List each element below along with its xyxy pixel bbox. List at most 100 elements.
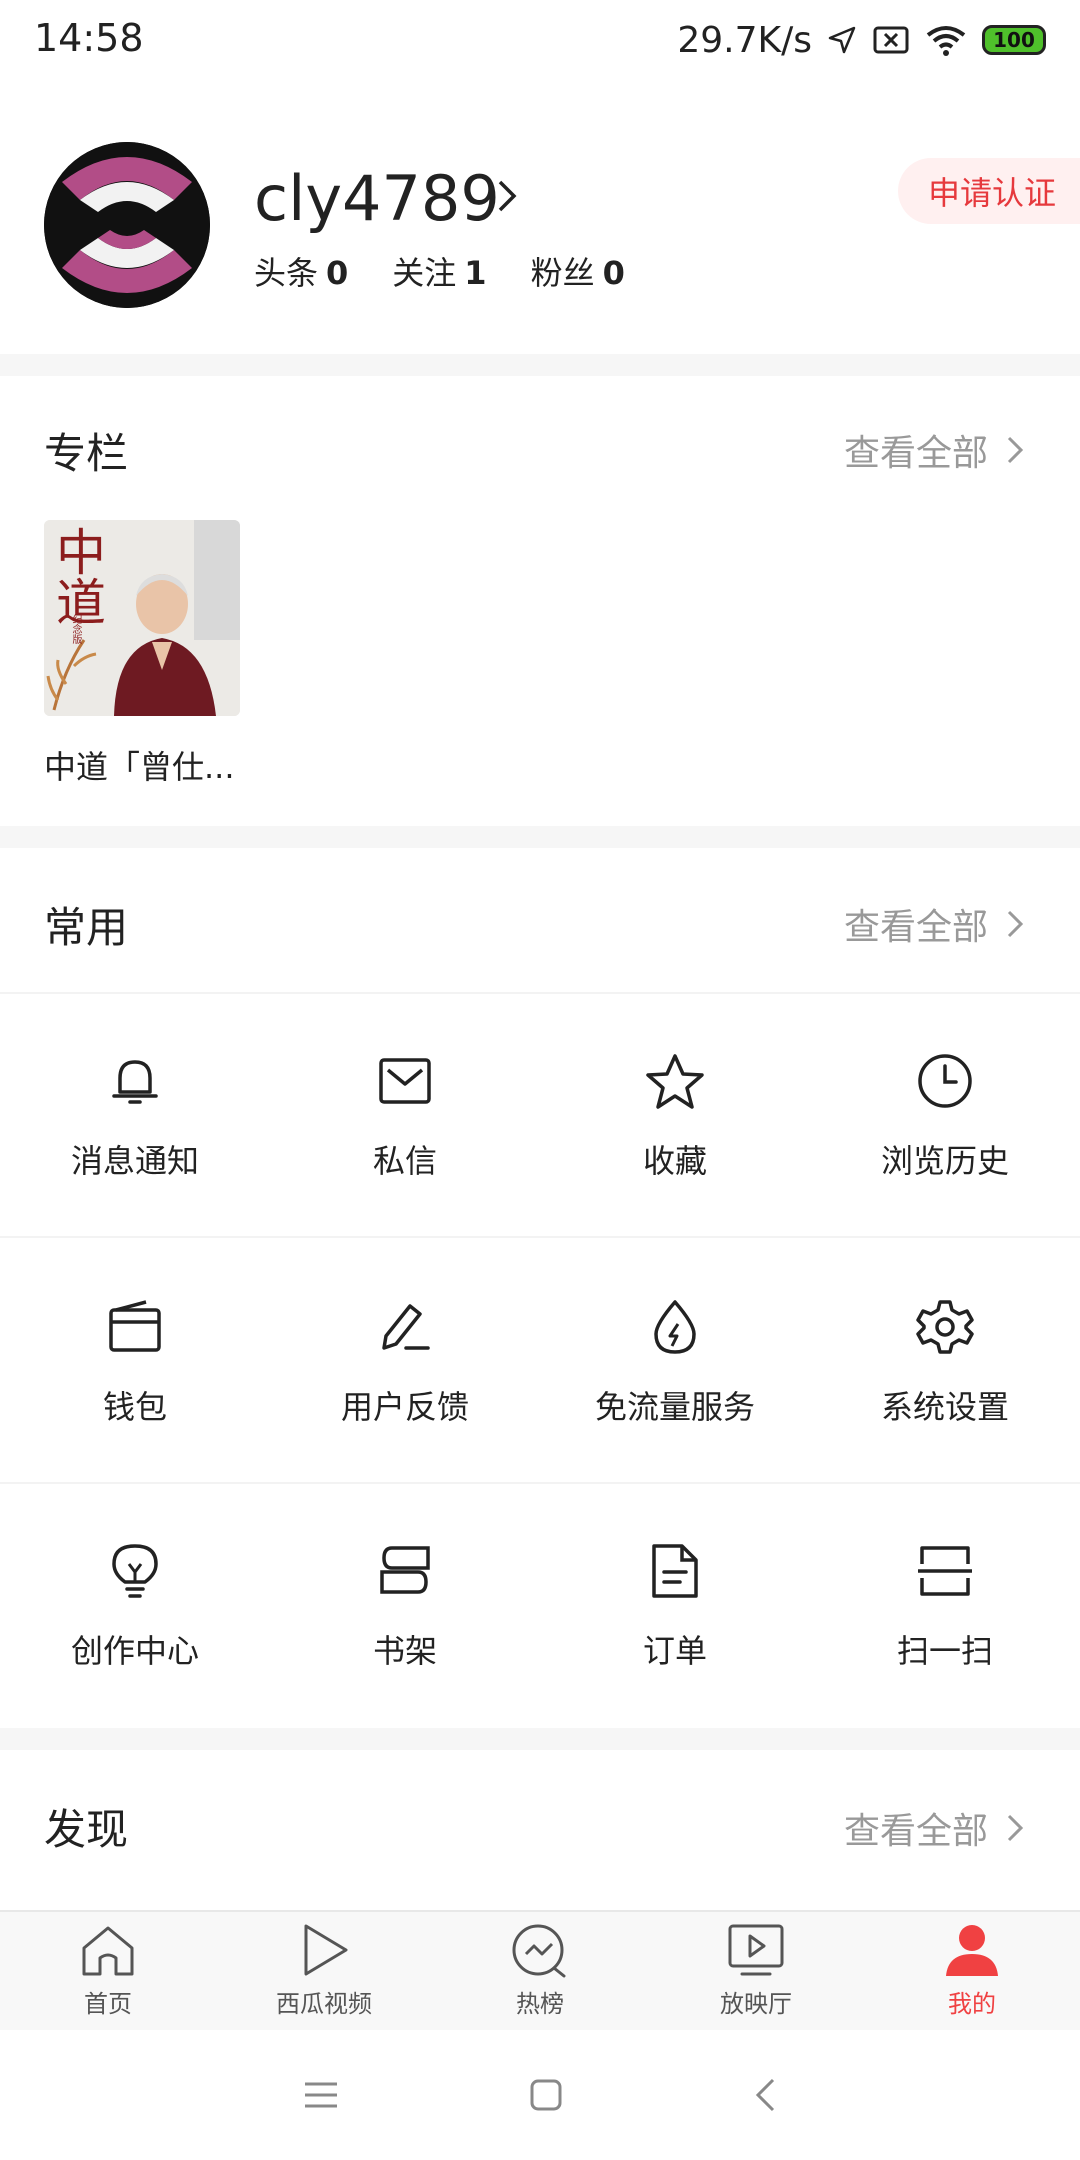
common-item-label: 收藏 — [642, 1142, 707, 1180]
section-divider — [0, 826, 1080, 848]
discover-see-all[interactable]: 查看全部 — [844, 1802, 1024, 1854]
common-row-3: 创作中心 书架 订单 扫一扫 — [0, 1542, 1080, 1672]
stat-label: 粉丝 — [530, 254, 595, 292]
row-separator — [0, 1236, 1080, 1238]
pen-icon — [382, 1304, 430, 1350]
common-item-notifications[interactable]: 消息通知 — [0, 1052, 270, 1182]
sim-off-icon — [873, 26, 909, 54]
tab-home[interactable]: 首页 — [0, 1912, 216, 2032]
columns-title: 专栏 — [44, 429, 129, 478]
tab-cinema[interactable]: 放映厅 — [648, 1912, 864, 2032]
wifi-icon — [926, 26, 966, 56]
common-item-feedback[interactable]: 用户反馈 — [270, 1298, 540, 1428]
battery-indicator: 100 — [982, 25, 1046, 55]
common-item-label: 消息通知 — [70, 1142, 199, 1180]
network-speed: 29.7K/s — [677, 19, 812, 61]
status-icons: 29.7K/s 100 — [677, 16, 1046, 64]
stat-value: 1 — [464, 254, 487, 292]
common-item-label: 系统设置 — [880, 1388, 1009, 1426]
common-item-label: 免流量服务 — [594, 1388, 755, 1426]
chevron-right-icon — [1007, 1814, 1024, 1842]
column-caption[interactable]: 中道「曾仕... — [44, 742, 235, 788]
common-row-1: 消息通知 私信 收藏 浏览历史 — [0, 1052, 1080, 1182]
battery-level: 100 — [993, 28, 1035, 52]
star-icon — [646, 1054, 704, 1109]
stat-following[interactable]: 关注 1 — [392, 248, 486, 294]
common-item-creator-center[interactable]: 创作中心 — [0, 1542, 270, 1672]
status-time: 14:58 — [34, 16, 144, 60]
play-icon — [304, 1924, 348, 1976]
mail-icon — [379, 1058, 431, 1104]
home-square-icon[interactable] — [529, 2078, 563, 2112]
chevron-right-icon[interactable] — [494, 176, 522, 216]
document-icon — [652, 1544, 698, 1598]
section-divider — [0, 354, 1080, 376]
common-item-favorites[interactable]: 收藏 — [540, 1052, 810, 1182]
discover-title: 发现 — [44, 1805, 129, 1854]
bell-icon — [112, 1060, 158, 1104]
common-title: 常用 — [44, 903, 129, 952]
row-separator — [0, 992, 1080, 994]
screen-icon — [728, 1924, 784, 1976]
common-item-scan[interactable]: 扫一扫 — [810, 1542, 1080, 1672]
column-cover-title: 中道 — [48, 526, 106, 626]
scan-icon — [918, 1546, 972, 1596]
tab-label: 放映厅 — [720, 1990, 792, 2018]
username[interactable]: cly4789 — [254, 162, 500, 235]
chevron-right-icon — [1007, 910, 1024, 938]
tab-hot-list[interactable]: 热榜 — [432, 1912, 648, 2032]
person-icon — [946, 1925, 998, 1976]
tab-label: 热榜 — [516, 1990, 564, 2018]
stat-value: 0 — [326, 254, 349, 292]
location-icon — [828, 26, 856, 54]
common-item-label: 浏览历史 — [880, 1142, 1009, 1180]
tab-label: 我的 — [948, 1990, 996, 2018]
common-item-messages[interactable]: 私信 — [270, 1052, 540, 1182]
common-row-2: 钱包 用户反馈 免流量服务 系统设置 — [0, 1298, 1080, 1428]
bottom-tab-bar: 首页 西瓜视频 热榜 放映厅 我的 — [0, 1910, 1080, 2032]
back-icon[interactable] — [753, 2077, 777, 2113]
see-all-label: 查看全部 — [843, 1811, 988, 1852]
row-separator — [0, 1482, 1080, 1484]
home-icon — [82, 1926, 134, 1976]
see-all-label: 查看全部 — [843, 433, 988, 474]
common-item-settings[interactable]: 系统设置 — [810, 1298, 1080, 1428]
stat-label: 关注 — [392, 254, 457, 292]
drop-icon — [654, 1300, 696, 1354]
system-nav-bar — [0, 2030, 1080, 2160]
common-see-all[interactable]: 查看全部 — [844, 898, 1024, 950]
apply-certification-button[interactable]: 申请认证 — [898, 158, 1080, 224]
menu-icon[interactable] — [303, 2080, 339, 2110]
section-divider — [0, 1728, 1080, 1750]
tab-label: 西瓜视频 — [276, 1990, 372, 2018]
gear-icon — [916, 1300, 974, 1354]
common-item-label: 书架 — [372, 1632, 437, 1670]
status-bar: 14:58 29.7K/s 100 — [0, 0, 1080, 80]
tab-mine[interactable]: 我的 — [864, 1912, 1080, 2032]
chevron-right-icon — [1007, 436, 1024, 464]
common-item-bookshelf[interactable]: 书架 — [270, 1542, 540, 1672]
common-item-data-free[interactable]: 免流量服务 — [540, 1298, 810, 1428]
common-item-label: 创作中心 — [70, 1632, 199, 1670]
common-item-label: 私信 — [372, 1142, 437, 1180]
common-item-wallet[interactable]: 钱包 — [0, 1298, 270, 1428]
tab-xigua-video[interactable]: 西瓜视频 — [216, 1912, 432, 2032]
stat-headlines[interactable]: 头条 0 — [254, 248, 348, 294]
avatar[interactable] — [44, 142, 210, 308]
avatar-image — [44, 142, 210, 308]
common-item-orders[interactable]: 订单 — [540, 1542, 810, 1672]
stat-label: 头条 — [254, 254, 319, 292]
clock-icon — [918, 1054, 972, 1108]
column-cover[interactable]: 中道 纪念版 — [44, 520, 240, 716]
common-item-history[interactable]: 浏览历史 — [810, 1052, 1080, 1182]
common-item-label: 订单 — [642, 1632, 707, 1670]
trending-icon — [512, 1924, 566, 1978]
wallet-icon — [109, 1300, 161, 1352]
books-icon — [380, 1546, 430, 1594]
columns-see-all[interactable]: 查看全部 — [844, 424, 1024, 476]
stat-followers[interactable]: 粉丝 0 — [531, 248, 625, 294]
see-all-label: 查看全部 — [843, 907, 988, 948]
common-item-label: 钱包 — [102, 1388, 167, 1426]
profile-stats: 头条 0 关注 1 粉丝 0 — [254, 248, 625, 294]
column-cover-badge: 纪念版 — [70, 614, 81, 644]
